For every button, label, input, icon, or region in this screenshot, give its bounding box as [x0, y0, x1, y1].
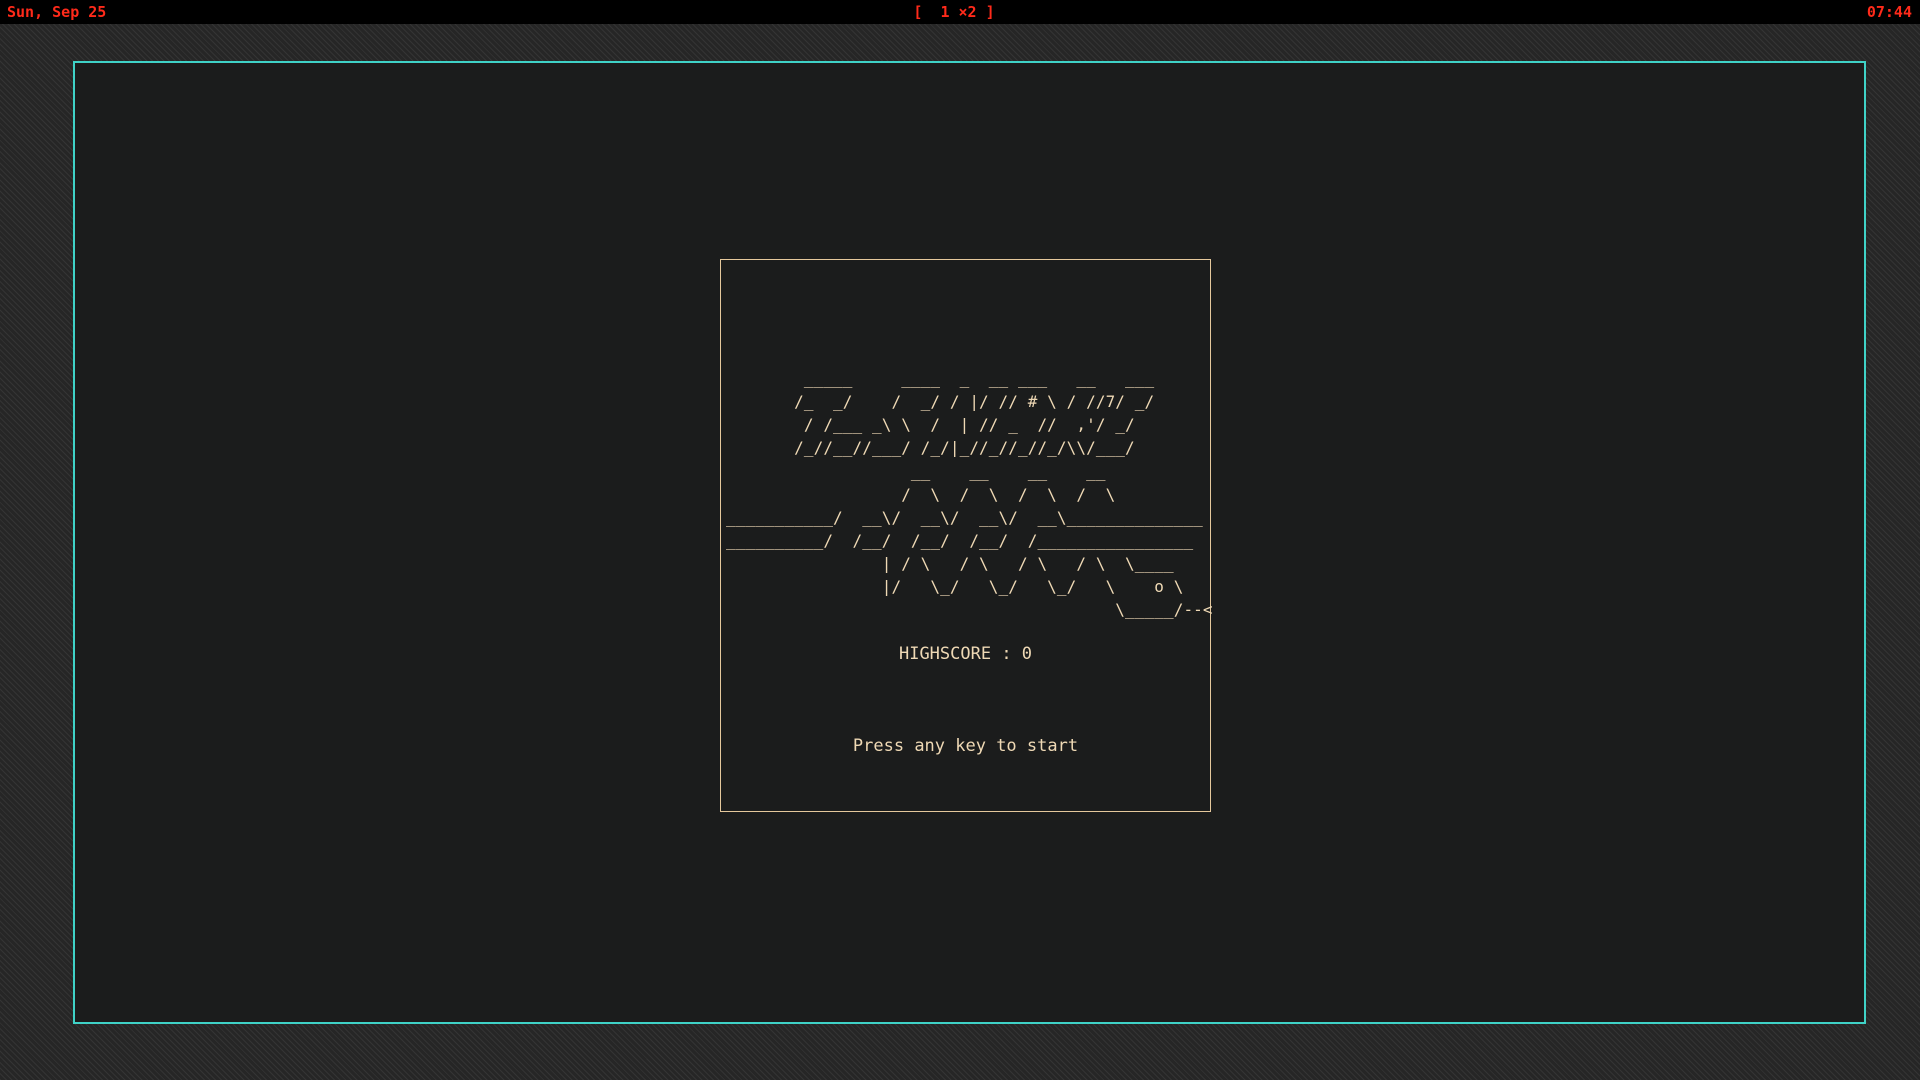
status-bar: Sun, Sep 25 [ 1 ×2 ] 07:44 [0, 0, 1920, 24]
clock-display: 07:44 [1866, 3, 1912, 21]
start-prompt: Press any key to start [852, 736, 1079, 756]
game-title-ascii: _____ ____ _ __ ___ __ ___ /_ _/ / _/ / … [794, 369, 1155, 457]
snake-ascii-art: __ __ __ __ / \ / \ / \ / \ ___________/… [726, 462, 1213, 619]
terminal-window[interactable]: _____ ____ _ __ ___ __ ___ /_ _/ / _/ / … [73, 61, 1866, 1024]
game-start-panel: _____ ____ _ __ ___ __ ___ /_ _/ / _/ / … [720, 259, 1213, 812]
workspace-indicator[interactable]: [ 1 ×2 ] [0, 0, 1908, 24]
highscore-label: HIGHSCORE : 0 [898, 644, 1033, 664]
